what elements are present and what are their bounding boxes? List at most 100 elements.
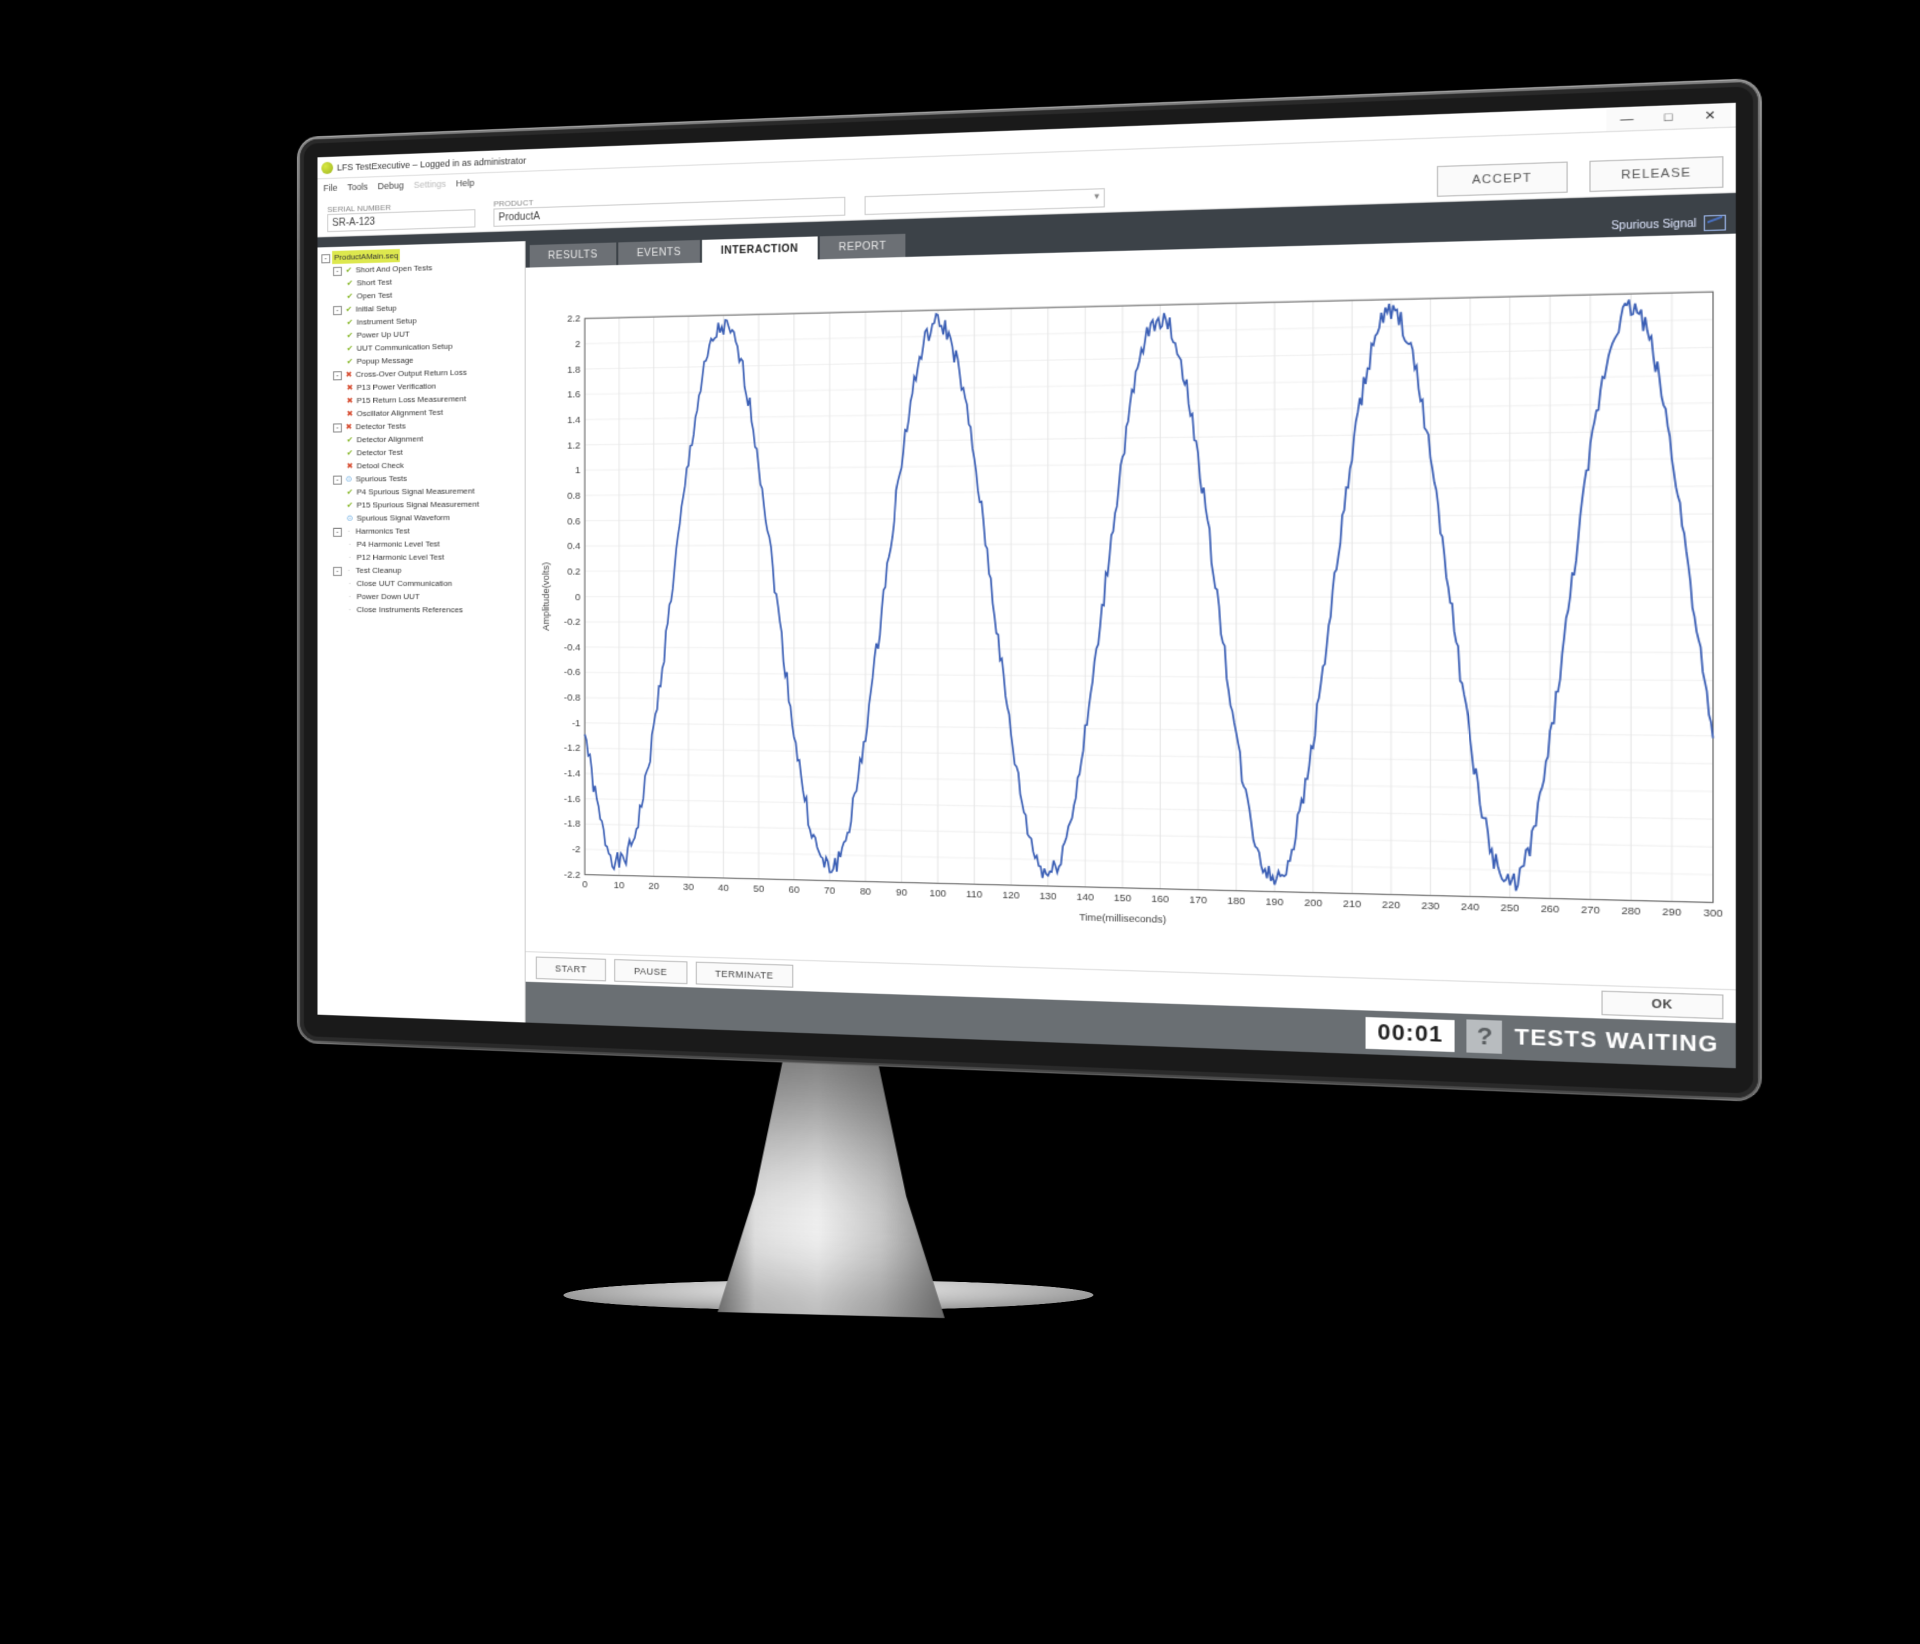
svg-text:230: 230 (1421, 900, 1439, 912)
tree-item[interactable]: -·Harmonics Test·P4 Harmonic Level Test·… (333, 524, 525, 564)
svg-text:-1: -1 (572, 718, 581, 728)
menu-debug[interactable]: Debug (378, 180, 404, 191)
title-text: LFS TestExecutive – Logged in as adminis… (337, 155, 526, 172)
chart-area: 0102030405060708090100110120130140150160… (526, 234, 1736, 990)
serial-input[interactable] (327, 209, 475, 232)
svg-text:100: 100 (929, 888, 946, 899)
tree-item[interactable]: ·Close UUT Communication (345, 577, 525, 590)
svg-text:0: 0 (582, 879, 587, 890)
menu-file[interactable]: File (323, 183, 337, 194)
monitor-frame: LFS TestExecutive – Logged in as adminis… (300, 82, 1758, 1099)
svg-text:50: 50 (753, 883, 764, 894)
svg-text:70: 70 (824, 885, 835, 896)
svg-text:2.2: 2.2 (567, 313, 580, 324)
tab-results[interactable]: RESULTS (530, 242, 616, 267)
line-swatch-icon (1704, 215, 1726, 231)
status-message: TESTS WAITING (1514, 1025, 1718, 1058)
svg-text:120: 120 (1002, 890, 1019, 901)
tree-item[interactable]: ·Close Instruments References (345, 603, 525, 616)
app-icon (321, 161, 333, 173)
svg-text:-1.6: -1.6 (564, 793, 580, 804)
serial-field: SERIAL NUMBER (327, 200, 475, 232)
terminate-button[interactable]: TERMINATE (695, 961, 793, 987)
svg-text:10: 10 (614, 880, 625, 891)
tree-item[interactable]: ⊙Spurious Signal Waveform (345, 510, 525, 524)
svg-text:1.8: 1.8 (567, 364, 580, 375)
svg-text:-0.8: -0.8 (564, 692, 580, 703)
svg-text:0.4: 0.4 (567, 541, 580, 551)
ok-button[interactable]: OK (1601, 990, 1723, 1019)
svg-text:-0.6: -0.6 (564, 667, 580, 678)
svg-text:260: 260 (1541, 903, 1560, 915)
accept-button[interactable]: ACCEPT (1437, 162, 1568, 197)
pause-button[interactable]: PAUSE (614, 959, 687, 984)
svg-text:1.6: 1.6 (567, 389, 580, 400)
svg-text:180: 180 (1227, 895, 1245, 906)
svg-text:290: 290 (1662, 906, 1681, 918)
svg-text:0: 0 (575, 591, 580, 601)
svg-text:0.8: 0.8 (567, 490, 580, 501)
svg-text:110: 110 (966, 889, 982, 900)
svg-text:-0.4: -0.4 (564, 642, 580, 652)
tree-item[interactable]: -·Test Cleanup·Close UUT Communication·P… (333, 563, 525, 616)
svg-text:210: 210 (1343, 898, 1361, 910)
close-button[interactable]: ✕ (1689, 104, 1731, 128)
tab-interaction[interactable]: INTERACTION (702, 236, 817, 262)
tab-events[interactable]: EVENTS (618, 240, 700, 265)
svg-text:200: 200 (1304, 897, 1322, 909)
svg-text:170: 170 (1189, 894, 1207, 905)
tree-item[interactable]: ✔P15 Spurious Signal Measurement (345, 497, 525, 512)
svg-text:280: 280 (1621, 905, 1640, 917)
svg-text:140: 140 (1076, 892, 1093, 903)
svg-text:130: 130 (1039, 891, 1056, 902)
svg-text:-0.2: -0.2 (564, 617, 580, 627)
svg-text:1.2: 1.2 (567, 440, 580, 451)
tree-item[interactable]: -✔Short And Open Tests✔Short Test✔Open T… (333, 258, 525, 303)
svg-text:-1.2: -1.2 (564, 743, 580, 754)
svg-text:190: 190 (1266, 896, 1284, 907)
svg-text:1.4: 1.4 (567, 415, 580, 426)
menu-tools[interactable]: Tools (347, 182, 368, 193)
sequence-tree[interactable]: -ProductAMain.seq-✔Short And Open Tests✔… (317, 241, 525, 1022)
waveform-chart: 0102030405060708090100110120130140150160… (534, 241, 1726, 985)
svg-text:2: 2 (575, 339, 580, 350)
svg-text:270: 270 (1581, 904, 1600, 916)
svg-text:250: 250 (1501, 902, 1520, 914)
svg-text:30: 30 (683, 882, 694, 893)
tree-item[interactable]: -✖Detector Tests✔Detector Alignment✔Dete… (333, 418, 525, 473)
svg-text:150: 150 (1114, 892, 1132, 903)
minimize-button[interactable]: — (1606, 107, 1647, 131)
svg-text:-2: -2 (572, 844, 581, 855)
svg-text:-1.8: -1.8 (564, 819, 580, 830)
start-button[interactable]: START (536, 956, 606, 981)
svg-text:40: 40 (718, 883, 729, 894)
app-window: LFS TestExecutive – Logged in as adminis… (317, 103, 1735, 1068)
maximize-button[interactable]: □ (1648, 105, 1690, 129)
chart-label-text: Spurious Signal (1611, 217, 1696, 232)
tree-item[interactable]: -⊙Spurious Tests✔P4 Spurious Signal Meas… (333, 471, 525, 525)
svg-text:60: 60 (789, 884, 800, 895)
svg-text:1: 1 (575, 465, 580, 475)
svg-text:80: 80 (860, 886, 871, 897)
tree-item[interactable]: ·P4 Harmonic Level Test (345, 537, 525, 551)
product-field: PRODUCT (493, 187, 845, 226)
svg-text:Time(milliseconds): Time(milliseconds) (1079, 912, 1166, 925)
menu-help[interactable]: Help (456, 178, 474, 189)
svg-text:90: 90 (896, 887, 907, 898)
sequence-dropdown[interactable] (865, 188, 1105, 215)
svg-text:20: 20 (648, 881, 659, 892)
svg-text:-1.4: -1.4 (564, 768, 580, 779)
svg-text:0.2: 0.2 (567, 566, 580, 576)
svg-text:220: 220 (1382, 899, 1400, 911)
tab-report[interactable]: REPORT (820, 234, 906, 260)
help-icon[interactable]: ? (1467, 1019, 1503, 1053)
release-button[interactable]: RELEASE (1589, 156, 1723, 192)
tree-item[interactable]: -✖Cross-Over Output Return Loss✖P13 Powe… (333, 365, 525, 421)
svg-text:0.6: 0.6 (567, 516, 580, 526)
tree-item[interactable]: ·P12 Harmonic Level Test (345, 550, 525, 564)
tree-item[interactable]: -ProductAMain.seq-✔Short And Open Tests✔… (321, 245, 524, 616)
tree-item[interactable]: ·Power Down UUT (345, 590, 525, 603)
tree-item[interactable]: -✔Initial Setup✔Instrument Setup✔Power U… (333, 298, 525, 368)
svg-text:Amplitude(volts): Amplitude(volts) (540, 562, 550, 631)
menu-settings[interactable]: Settings (414, 179, 446, 190)
